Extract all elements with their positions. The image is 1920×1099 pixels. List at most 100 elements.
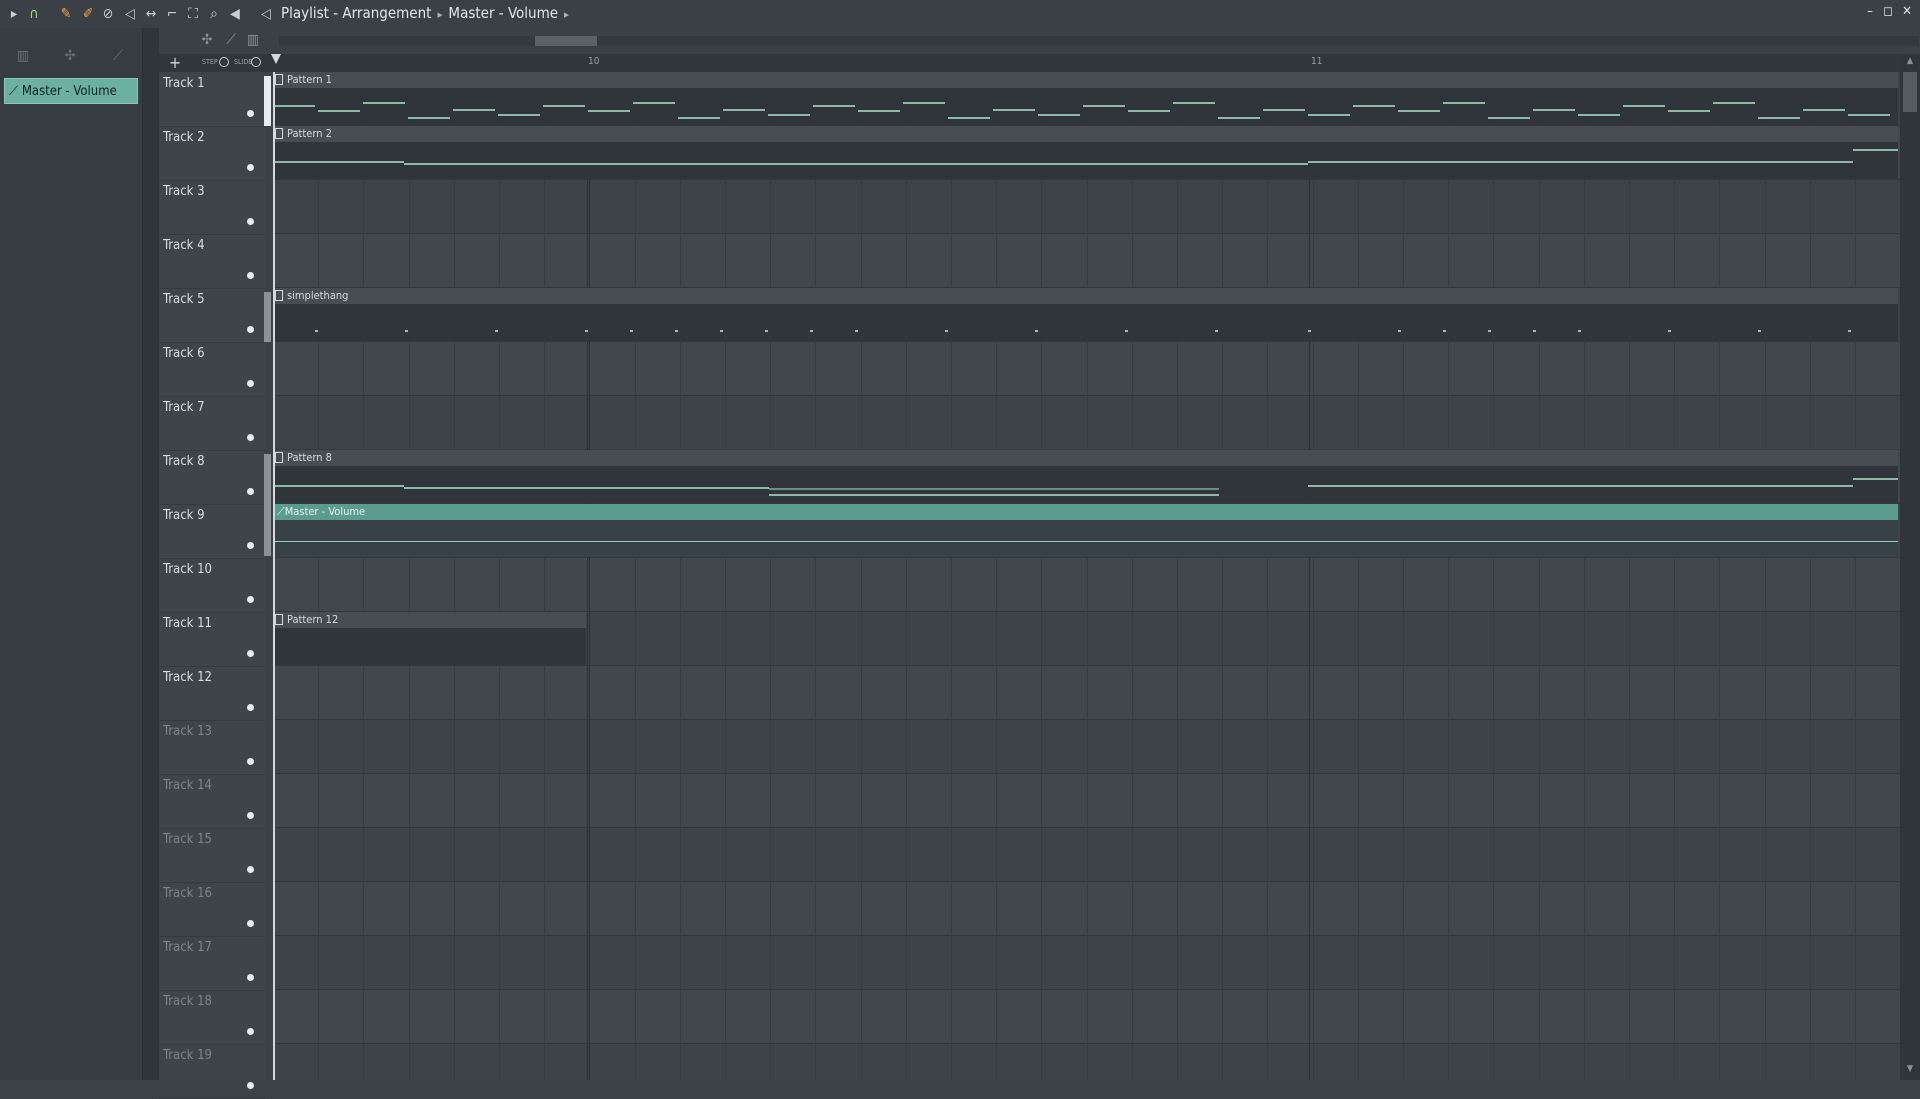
clip-menu-icon[interactable] xyxy=(275,290,283,301)
track-header[interactable]: Track 6 xyxy=(159,342,265,397)
mute-icon[interactable]: ◁ xyxy=(120,4,140,24)
grid-line xyxy=(996,72,997,1080)
track-select-bar[interactable] xyxy=(264,76,271,126)
playhead-line[interactable] xyxy=(273,72,275,1080)
track-mute-toggle[interactable] xyxy=(247,758,254,765)
clip-source-panel: ▥ ✣ ⟋ ⟋ Master - Volume xyxy=(0,28,142,1080)
track-select-bar[interactable] xyxy=(264,292,271,342)
pattern-clip-12[interactable]: Pattern 12 xyxy=(273,612,586,665)
track-mute-toggle[interactable] xyxy=(247,488,254,495)
scroll-down-icon[interactable]: ▼ xyxy=(1904,1064,1916,1076)
track-header[interactable]: Track 1 xyxy=(159,72,265,127)
track-header[interactable]: Track 5 xyxy=(159,288,265,343)
clip-header[interactable]: Pattern 12 xyxy=(273,612,586,629)
clip-header[interactable]: Pattern 1 xyxy=(273,72,1898,89)
note xyxy=(404,487,769,489)
track-name: Track 13 xyxy=(163,724,212,739)
clip-header[interactable]: simplethang xyxy=(273,288,1898,305)
clip-source-master-volume[interactable]: ⟋ Master - Volume xyxy=(4,78,138,104)
pencil-icon[interactable]: ✎ xyxy=(56,4,76,24)
maximize-button[interactable]: ◻ xyxy=(1880,4,1896,22)
track-header[interactable]: Track 19 xyxy=(159,1044,265,1099)
zoom-icon[interactable]: ⌕ xyxy=(204,4,224,24)
panel-divider[interactable] xyxy=(142,28,160,1080)
track-header[interactable]: Track 13 xyxy=(159,720,265,775)
speaker-icon[interactable]: ◁ xyxy=(256,4,276,24)
track-header[interactable]: Track 17 xyxy=(159,936,265,991)
chevron-right-icon[interactable]: ▸ xyxy=(564,8,569,21)
track-mute-toggle[interactable] xyxy=(247,974,254,981)
track-mute-toggle[interactable] xyxy=(247,218,254,225)
vertical-scrollbar[interactable]: ▲ ▼ xyxy=(1900,54,1920,1080)
track-header[interactable]: Track 12 xyxy=(159,666,265,721)
magnet-icon[interactable]: ∩ xyxy=(24,4,44,24)
clip-menu-icon[interactable] xyxy=(275,74,283,85)
track-mute-toggle[interactable] xyxy=(247,110,254,117)
snap-icon[interactable]: ✣ xyxy=(197,30,217,50)
track-select-bar[interactable] xyxy=(264,454,271,556)
brush-icon[interactable]: ✐ xyxy=(78,4,98,24)
pattern-icon[interactable]: ▥ xyxy=(13,48,33,64)
play-arrow-icon[interactable]: ▸ xyxy=(4,4,24,24)
pattern-clip-simplethang[interactable]: simplethang xyxy=(273,288,1898,341)
playback-icon[interactable]: ◀ xyxy=(225,4,245,24)
track-header[interactable]: Track 8 xyxy=(159,450,265,505)
clip-menu-icon[interactable] xyxy=(275,452,283,463)
clip-header[interactable]: Pattern 2 xyxy=(273,126,1898,143)
delete-icon[interactable]: ⊘ xyxy=(98,4,118,24)
clip-menu-icon[interactable] xyxy=(275,128,283,139)
track-mute-toggle[interactable] xyxy=(247,326,254,333)
clip-header[interactable]: Pattern 8 xyxy=(273,450,1898,467)
playlist-grid[interactable]: Pattern 1 Pattern 2 simplethang Pattern … xyxy=(273,72,1900,1080)
track-mute-toggle[interactable] xyxy=(247,920,254,927)
track-header[interactable]: Track 9 xyxy=(159,504,265,559)
track-mute-toggle[interactable] xyxy=(247,542,254,549)
track-mute-toggle[interactable] xyxy=(247,1028,254,1035)
track-mute-toggle[interactable] xyxy=(247,380,254,387)
pattern-clip-2[interactable]: Pattern 2 xyxy=(273,126,1898,179)
track-header[interactable]: Track 7 xyxy=(159,396,265,451)
automation-curve[interactable] xyxy=(273,541,1898,542)
track-mute-toggle[interactable] xyxy=(247,434,254,441)
horizontal-scroll-thumb[interactable] xyxy=(535,36,597,46)
track-mute-toggle[interactable] xyxy=(247,272,254,279)
track-header[interactable]: Track 2 xyxy=(159,126,265,181)
track-mute-toggle[interactable] xyxy=(247,596,254,603)
track-header[interactable]: Track 10 xyxy=(159,558,265,613)
pattern-clip-8[interactable]: Pattern 8 xyxy=(273,450,1898,503)
track-mute-toggle[interactable] xyxy=(247,164,254,171)
playhead-marker-icon[interactable] xyxy=(271,54,281,64)
slip-icon[interactable]: ↔ xyxy=(141,4,161,24)
minimize-button[interactable]: – xyxy=(1862,4,1878,22)
automation-clip-icon[interactable]: ⟋ xyxy=(108,48,128,64)
track-mute-toggle[interactable] xyxy=(247,704,254,711)
track-header[interactable]: Track 11 xyxy=(159,612,265,667)
slice-icon[interactable]: ⌐ xyxy=(162,4,182,24)
automation-clip-master-volume[interactable]: ⟋Master - Volume xyxy=(273,504,1898,557)
track-header[interactable]: Track 15 xyxy=(159,828,265,883)
slide-radio[interactable] xyxy=(251,57,261,67)
track-header[interactable]: Track 14 xyxy=(159,774,265,829)
track-mute-toggle[interactable] xyxy=(247,866,254,873)
pattern-clip-1[interactable]: Pattern 1 xyxy=(273,72,1898,125)
track-mute-toggle[interactable] xyxy=(247,1082,254,1089)
track-header[interactable]: Track 4 xyxy=(159,234,265,289)
track-mute-toggle[interactable] xyxy=(247,812,254,819)
clip-header[interactable]: ⟋Master - Volume xyxy=(273,504,1898,521)
step-radio[interactable] xyxy=(219,57,229,67)
audio-clip-icon[interactable]: ✣ xyxy=(60,48,80,64)
clip-menu-icon[interactable] xyxy=(275,614,283,625)
track-header[interactable]: Track 3 xyxy=(159,180,265,235)
close-button[interactable]: ✕ xyxy=(1899,4,1915,22)
scroll-up-icon[interactable]: ▲ xyxy=(1904,56,1916,68)
pattern-picker-icon[interactable]: ▥ xyxy=(243,30,263,50)
horizontal-scrollbar[interactable] xyxy=(279,36,1919,46)
link-icon[interactable]: ⟋ xyxy=(221,30,241,50)
vertical-scroll-thumb[interactable] xyxy=(1903,72,1917,112)
add-button[interactable]: + xyxy=(169,53,181,72)
select-icon[interactable]: ⛶ xyxy=(183,4,203,24)
timeline-ruler[interactable]: + STEP SLIDE 10 11 xyxy=(159,53,1920,72)
track-header[interactable]: Track 16 xyxy=(159,882,265,937)
track-mute-toggle[interactable] xyxy=(247,650,254,657)
track-header[interactable]: Track 18 xyxy=(159,990,265,1045)
